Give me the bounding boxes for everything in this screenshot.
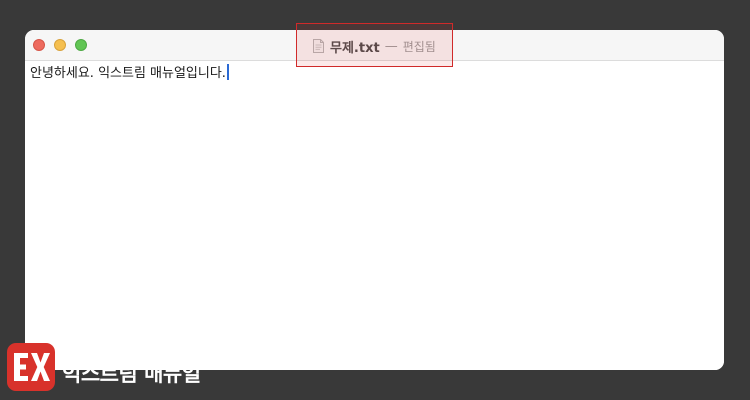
watermark-tagline: More Better IT Life xyxy=(62,346,137,355)
ex-logo-icon xyxy=(7,343,55,391)
textedit-window: 무제.txt — 편집됨 안녕하세요. 익스트림 매뉴얼입니다. xyxy=(25,30,724,370)
text-editor-area[interactable]: 안녕하세요. 익스트림 매뉴얼입니다. xyxy=(25,61,724,370)
watermark-logo: More Better IT Life 익스트림 매뉴얼 xyxy=(7,343,201,391)
text-caret xyxy=(226,63,229,80)
document-text[interactable]: 안녕하세요. 익스트림 매뉴얼입니다. xyxy=(30,62,229,81)
title-highlight-box xyxy=(296,23,453,67)
watermark-brand: 익스트림 매뉴얼 xyxy=(62,361,201,386)
minimize-window-button[interactable] xyxy=(54,39,66,51)
zoom-window-button[interactable] xyxy=(75,39,87,51)
watermark-text: More Better IT Life 익스트림 매뉴얼 xyxy=(62,347,201,388)
close-window-button[interactable] xyxy=(33,39,45,51)
document-content: 안녕하세요. 익스트림 매뉴얼입니다. xyxy=(30,66,226,81)
ex-logo-mark xyxy=(14,353,50,381)
